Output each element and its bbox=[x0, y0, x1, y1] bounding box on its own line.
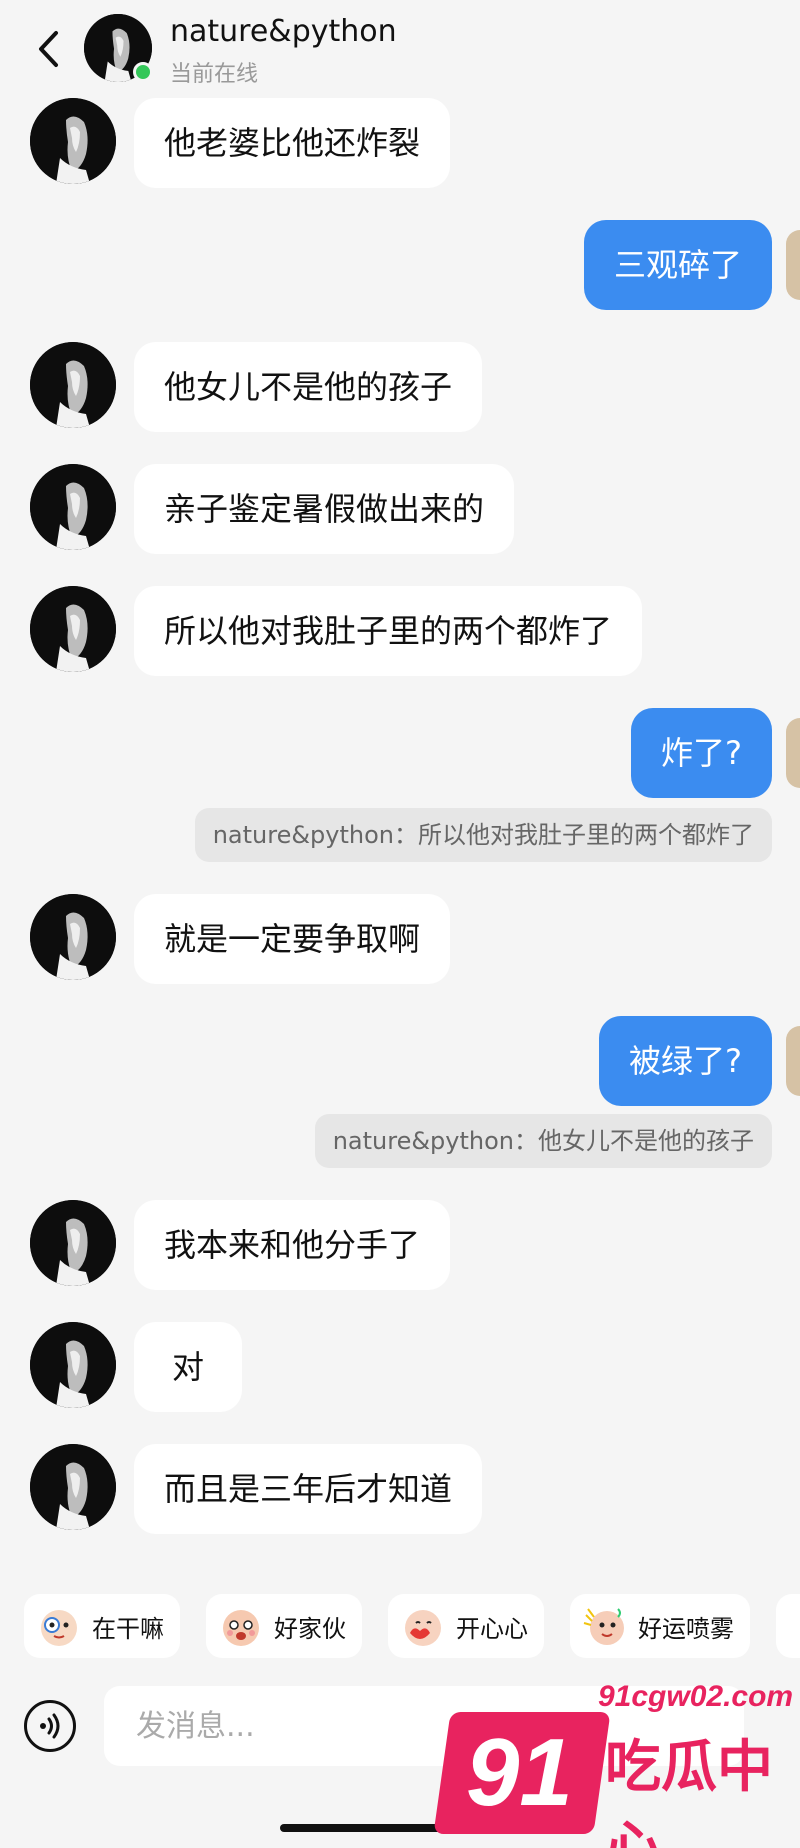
sticker-icon bbox=[583, 1608, 624, 1645]
sticker-icon bbox=[223, 1610, 259, 1646]
message-bubble-incoming[interactable]: 就是一定要争取啊 bbox=[134, 894, 451, 984]
quick-reply-chip[interactable]: 开心心 bbox=[388, 1594, 544, 1658]
voice-input-button[interactable] bbox=[24, 1700, 76, 1752]
sender-avatar[interactable] bbox=[30, 586, 116, 672]
message-bubble-incoming[interactable]: 他女儿不是他的孩子 bbox=[134, 342, 483, 432]
quick-reply-chip[interactable]: 好家伙 bbox=[206, 1594, 362, 1658]
sender-avatar[interactable] bbox=[30, 894, 116, 980]
message-bubble-outgoing[interactable]: 三观碎了 bbox=[583, 220, 772, 310]
quick-reply-chip[interactable]: 好运喷雾 bbox=[570, 1594, 750, 1658]
online-indicator bbox=[133, 62, 153, 82]
quick-reply-label: 好家伙 bbox=[274, 1614, 346, 1643]
contact-name[interactable]: nature&python bbox=[170, 14, 397, 49]
quick-reply-label: 开心心 bbox=[456, 1614, 528, 1643]
message-bubble-incoming[interactable]: 对 bbox=[134, 1322, 243, 1412]
quick-reply-bar: 在干嘛 好家伙 开心心 好运喷雾 bbox=[0, 1570, 800, 1676]
sender-avatar[interactable] bbox=[30, 1322, 116, 1408]
message-bubble-incoming[interactable]: 我本来和他分手了 bbox=[134, 1200, 451, 1290]
voice-icon bbox=[40, 1713, 60, 1739]
watermark-number: 91 bbox=[466, 1719, 573, 1826]
sticker-icon bbox=[405, 1610, 441, 1646]
self-avatar-edge bbox=[786, 230, 800, 300]
sender-avatar[interactable] bbox=[30, 1200, 116, 1286]
watermark-url: 91cgw02.com bbox=[598, 1680, 794, 1713]
quick-reply-label: 好运喷雾 bbox=[638, 1614, 734, 1643]
message-bubble-outgoing[interactable]: 被绿了? bbox=[599, 1016, 772, 1106]
self-avatar-edge bbox=[786, 718, 800, 788]
chat-header: nature&python 当前在线 bbox=[0, 0, 800, 96]
chevron-left-icon bbox=[39, 31, 58, 67]
contact-status: 当前在线 bbox=[170, 62, 259, 87]
quick-reply-label: 在干嘛 bbox=[92, 1614, 164, 1643]
quoted-reply[interactable]: nature&python：所以他对我肚子里的两个都炸了 bbox=[194, 808, 772, 862]
quick-reply-chip-partial[interactable] bbox=[776, 1594, 800, 1658]
message-bubble-incoming[interactable]: 亲子鉴定暑假做出来的 bbox=[134, 464, 515, 554]
message-bubble-outgoing[interactable]: 炸了? bbox=[631, 708, 772, 798]
watermark-brand: 吃瓜中心 bbox=[605, 1735, 773, 1848]
sender-avatar[interactable] bbox=[30, 342, 116, 428]
self-avatar-edge bbox=[786, 1026, 800, 1096]
sender-avatar[interactable] bbox=[30, 1444, 116, 1530]
sender-avatar[interactable] bbox=[30, 464, 116, 550]
quoted-reply[interactable]: nature&python：他女儿不是他的孩子 bbox=[314, 1114, 772, 1168]
message-bubble-incoming[interactable]: 而且是三年后才知道 bbox=[134, 1444, 483, 1534]
back-button[interactable] bbox=[28, 24, 68, 74]
message-bubble-incoming[interactable]: 他老婆比他还炸裂 bbox=[134, 98, 451, 188]
message-bubble-incoming[interactable]: 所以他对我肚子里的两个都炸了 bbox=[134, 586, 643, 676]
quick-reply-chip[interactable]: 在干嘛 bbox=[24, 1594, 180, 1658]
sticker-icon bbox=[41, 1610, 77, 1646]
sender-avatar[interactable] bbox=[30, 98, 116, 184]
